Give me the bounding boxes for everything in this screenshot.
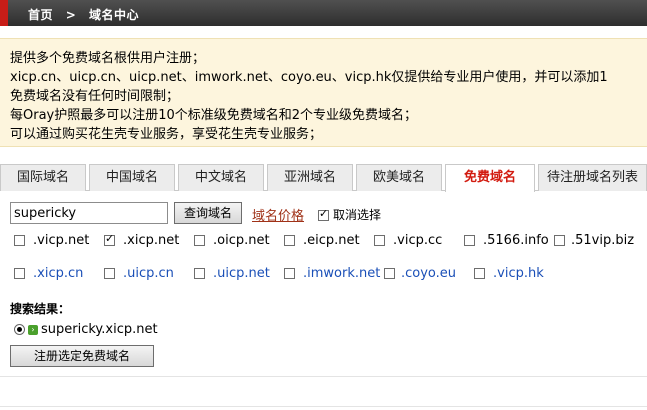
- deselect-option[interactable]: 取消选择: [318, 206, 381, 223]
- notice-line: xicp.cn、uicp.cn、uicp.net、imwork.net、coyo…: [10, 70, 608, 85]
- available-icon: ›: [28, 324, 38, 335]
- domain-option[interactable]: .eicp.net: [284, 233, 360, 248]
- result-radio[interactable]: [14, 324, 25, 335]
- tab-pending-list[interactable]: 待注册域名列表: [538, 164, 647, 191]
- domain-checkbox[interactable]: [14, 235, 25, 246]
- domain-checkbox[interactable]: [554, 235, 565, 246]
- domain-checkbox[interactable]: [464, 235, 475, 246]
- domain-option[interactable]: .51vip.biz: [554, 233, 634, 248]
- top-bar: 首页 > 域名中心: [0, 0, 647, 26]
- domain-checkbox[interactable]: [104, 268, 115, 279]
- notice-line: 提供多个免费域名根供用户注册；: [10, 51, 206, 66]
- tab-chinese[interactable]: 中文域名: [178, 164, 264, 191]
- notice-line: 每Oray护照最多可以注册10个标准级免费域名和2个专业级免费域名；: [10, 108, 418, 123]
- domain-label: .vicp.net: [33, 233, 90, 248]
- deselect-checkbox[interactable]: [318, 207, 329, 221]
- domain-label: .uicp.cn: [123, 266, 174, 281]
- domain-label: .uicp.net: [213, 266, 270, 281]
- domain-checkbox[interactable]: [14, 268, 25, 279]
- domain-checkbox[interactable]: [194, 268, 205, 279]
- notice-line: 免费域名没有任何时间限制；: [10, 89, 180, 104]
- domain-checkbox[interactable]: [374, 235, 385, 246]
- tab-international[interactable]: 国际域名: [0, 164, 86, 191]
- breadcrumb-home[interactable]: 首页: [28, 8, 53, 22]
- tab-euro-america[interactable]: 欧美域名: [356, 164, 442, 191]
- notice-box: 提供多个免费域名根供用户注册； xicp.cn、uicp.cn、uicp.net…: [0, 38, 647, 147]
- domain-tabs: 国际域名 中国域名 中文域名 亚洲域名 欧美域名 免费域名 待注册域名列表: [0, 164, 647, 192]
- search-row: 查询域名 域名价格 取消选择: [10, 202, 640, 226]
- search-results-title: 搜索结果：: [10, 302, 71, 316]
- result-item[interactable]: › supericky.xicp.net: [14, 322, 158, 337]
- domain-label: .xicp.cn: [33, 266, 84, 281]
- search-domain-button[interactable]: 查询域名: [174, 202, 242, 224]
- domain-checkbox[interactable]: [474, 268, 485, 279]
- domain-checkbox[interactable]: [284, 268, 295, 279]
- domain-checkbox[interactable]: [104, 232, 115, 246]
- domain-option[interactable]: .uicp.cn: [104, 266, 174, 281]
- domain-option[interactable]: .vicp.cc: [374, 233, 442, 248]
- domain-option[interactable]: .xicp.cn: [14, 266, 83, 281]
- divider: [0, 376, 647, 377]
- topbar-accent: [0, 0, 8, 26]
- domain-checkbox[interactable]: [284, 235, 295, 246]
- breadcrumb-current: 域名中心: [88, 8, 139, 22]
- deselect-label: 取消选择: [333, 208, 382, 222]
- domain-label: .eicp.net: [303, 233, 360, 248]
- domain-label: .imwork.net: [303, 266, 381, 281]
- domain-option[interactable]: .imwork.net: [284, 266, 380, 281]
- domain-label: .xicp.net: [123, 233, 180, 248]
- divider: [0, 406, 647, 407]
- domain-option[interactable]: .coyo.eu: [384, 266, 456, 281]
- domain-option[interactable]: .5166.info: [464, 233, 549, 248]
- domain-option[interactable]: .oicp.net: [194, 233, 270, 248]
- domain-checkbox[interactable]: [194, 235, 205, 246]
- domain-label: .coyo.eu: [401, 266, 457, 281]
- notice-line: 可以通过购买花生壳专业服务，享受花生壳专业服务；: [10, 127, 323, 142]
- domain-option[interactable]: .xicp.net: [104, 232, 180, 248]
- domain-option[interactable]: .vicp.hk: [474, 266, 544, 281]
- tab-china[interactable]: 中国域名: [89, 164, 175, 191]
- domain-label: .vicp.hk: [493, 266, 544, 281]
- domain-label: .vicp.cc: [393, 233, 443, 248]
- tab-asia[interactable]: 亚洲域名: [267, 164, 353, 191]
- domain-label: .oicp.net: [213, 233, 270, 248]
- domain-label: .51vip.biz: [571, 233, 635, 248]
- domain-price-link[interactable]: 域名价格: [252, 205, 304, 224]
- result-domain: supericky.xicp.net: [41, 322, 158, 337]
- tab-free[interactable]: 免费域名: [445, 164, 535, 192]
- domain-checkbox[interactable]: [384, 268, 395, 279]
- domain-search-input[interactable]: [10, 202, 168, 224]
- domain-label: .5166.info: [483, 233, 549, 248]
- breadcrumb-separator: >: [65, 8, 77, 22]
- breadcrumb: 首页 > 域名中心: [28, 6, 147, 23]
- domain-option[interactable]: .vicp.net: [14, 233, 89, 248]
- register-free-domain-button[interactable]: 注册选定免费域名: [10, 345, 154, 367]
- domain-option[interactable]: .uicp.net: [194, 266, 270, 281]
